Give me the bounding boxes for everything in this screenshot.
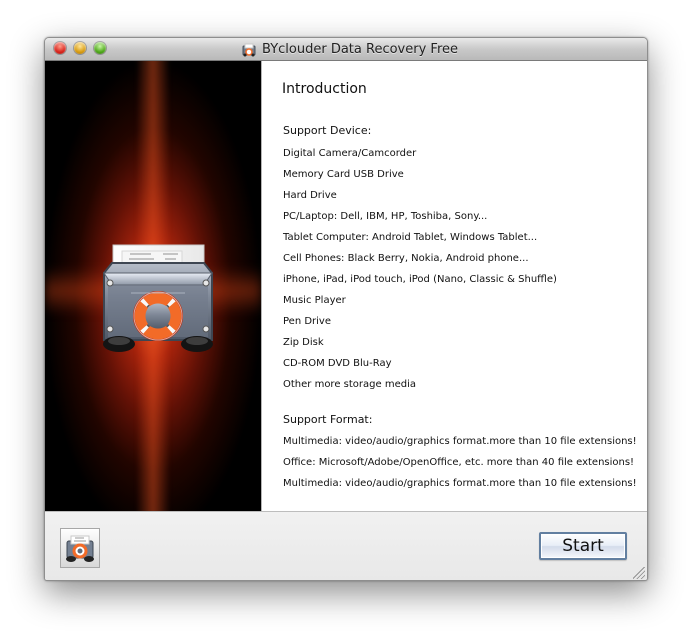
support-format-item: Multimedia: video/audio/graphics format.… xyxy=(283,436,637,447)
zoom-window-button[interactable] xyxy=(94,42,106,54)
support-device-item: Memory Card USB Drive xyxy=(283,169,404,180)
support-format-item: Multimedia: video/audio/graphics format.… xyxy=(283,478,637,489)
minimize-window-button[interactable] xyxy=(74,42,86,54)
bottom-toolbar: Start xyxy=(45,511,647,580)
support-device-item: Tablet Computer: Android Tablet, Windows… xyxy=(283,232,538,243)
app-window: BYclouder Data Recovery Free Introductio… xyxy=(44,37,648,581)
support-format-list: Multimedia: video/audio/graphics format.… xyxy=(283,431,637,494)
data-recovery-box-icon xyxy=(60,528,100,568)
hero-panel xyxy=(45,61,261,511)
window-title-group: BYclouder Data Recovery Free xyxy=(241,41,458,57)
support-format-heading: Support Format: xyxy=(283,413,373,426)
close-window-button[interactable] xyxy=(54,42,66,54)
support-device-item: Zip Disk xyxy=(283,337,324,348)
support-format-item: Office: Microsoft/Adobe/OpenOffice, etc.… xyxy=(283,457,635,468)
introduction-panel: Introduction Support Device: Digital Cam… xyxy=(261,61,647,511)
support-device-item: iPhone, iPad, iPod touch, iPod (Nano, Cl… xyxy=(283,274,557,285)
data-recovery-box-icon xyxy=(95,243,221,359)
support-device-item: Pen Drive xyxy=(283,316,332,327)
resize-grip-icon[interactable] xyxy=(633,567,645,579)
start-button[interactable]: Start xyxy=(539,532,627,560)
title-bar[interactable]: BYclouder Data Recovery Free xyxy=(45,38,647,61)
support-device-heading: Support Device: xyxy=(283,124,372,137)
support-device-item: Other more storage media xyxy=(283,379,416,390)
data-recovery-box-icon xyxy=(241,42,257,57)
window-title: BYclouder Data Recovery Free xyxy=(262,41,458,57)
introduction-title: Introduction xyxy=(282,81,367,97)
support-device-item: Digital Camera/Camcorder xyxy=(283,148,417,159)
support-device-item: CD-ROM DVD Blu-Ray xyxy=(283,358,392,369)
support-device-item: Cell Phones: Black Berry, Nokia, Android… xyxy=(283,253,529,264)
support-device-item: Music Player xyxy=(283,295,346,306)
support-device-item: Hard Drive xyxy=(283,190,337,201)
support-device-list: Digital Camera/Camcorder Memory Card USB… xyxy=(283,143,557,395)
support-device-item: PC/Laptop: Dell, IBM, HP, Toshiba, Sony.… xyxy=(283,211,488,222)
